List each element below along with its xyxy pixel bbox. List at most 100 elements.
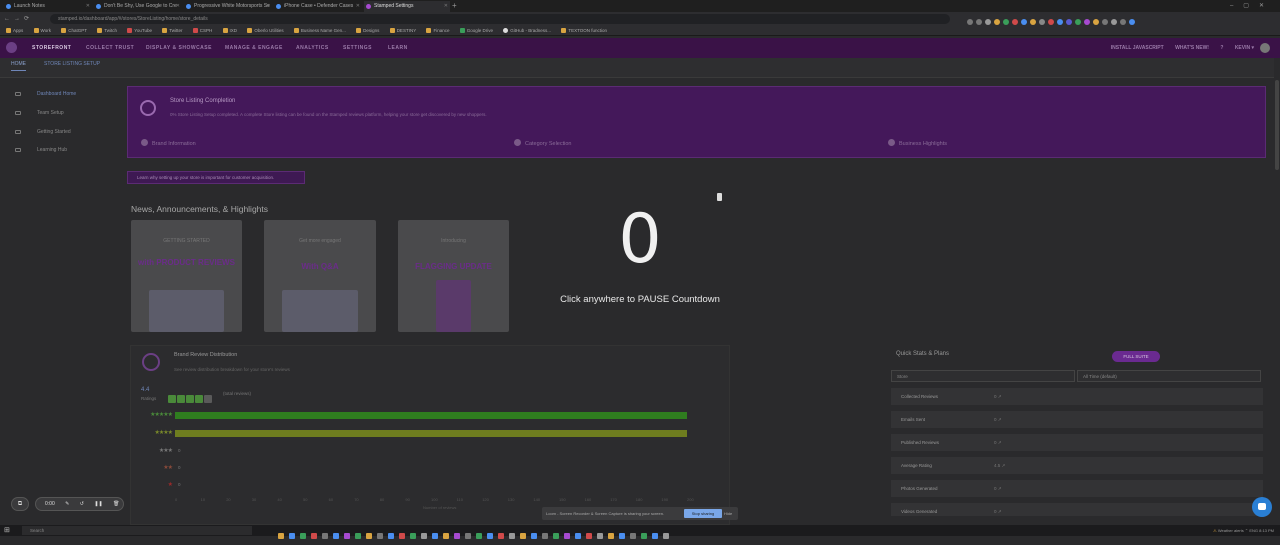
- step-category-selection[interactable]: Category Selection: [514, 139, 571, 147]
- url-input[interactable]: stamped.io/dashboard/app/#/stores/StoreL…: [50, 14, 950, 24]
- store-select[interactable]: Store: [891, 370, 1075, 382]
- axis-tick-label: 170: [610, 497, 617, 502]
- bookmark-icon: [6, 28, 11, 33]
- axis-tick-label: 130: [507, 497, 515, 502]
- restart-icon[interactable]: ↺: [80, 501, 84, 507]
- distribution-label: ★: [167, 482, 173, 488]
- tab-favicon-icon: [6, 4, 11, 9]
- info-icon: [514, 139, 521, 146]
- draw-icon[interactable]: ✎: [65, 501, 69, 507]
- bookmark[interactable]: Work: [33, 28, 51, 33]
- bookmark[interactable]: Apps: [6, 28, 23, 33]
- countdown-number[interactable]: 0: [560, 200, 720, 280]
- axis-tick-label: 120: [482, 497, 489, 502]
- nav-collect-trust[interactable]: COLLECT TRUST: [86, 38, 134, 58]
- hide-notification-button[interactable]: Hide: [724, 509, 732, 518]
- team-icon: [15, 111, 21, 115]
- bookmark[interactable]: ChatGPT: [61, 28, 87, 33]
- delete-icon[interactable]: 🗑: [113, 501, 119, 507]
- sidebar-item-dashboard-home[interactable]: Dashboard Home: [0, 88, 116, 100]
- news-card-product-reviews[interactable]: GETTING STARTED with PRODUCT REVIEWS: [131, 220, 242, 332]
- window-controls[interactable]: –▢✕: [1230, 0, 1274, 12]
- browser-nav-icons[interactable]: ←→⟳: [4, 12, 33, 26]
- pause-icon[interactable]: ❚❚: [94, 501, 102, 507]
- close-icon[interactable]: ✕: [266, 1, 270, 12]
- axis-tick-label: 200: [687, 497, 694, 502]
- sidebar-item-getting-started[interactable]: Getting Started: [0, 126, 116, 138]
- browser-tab[interactable]: iPhone Case • Defender Cases ✕: [274, 1, 362, 12]
- axis-tick-label: 150: [559, 497, 566, 502]
- bookmark-icon: [61, 28, 67, 33]
- bookmark[interactable]: DESTINY: [389, 28, 416, 33]
- browser-tab[interactable]: Progressive White Motorsports Se ✕: [184, 1, 272, 12]
- bookmark[interactable]: IXD: [222, 28, 237, 33]
- help-icon[interactable]: ?: [1220, 45, 1223, 51]
- bookmark[interactable]: Designs: [356, 28, 379, 33]
- windows-start-icon[interactable]: ⊞: [4, 526, 10, 535]
- user-menu[interactable]: KEVIN ▾: [1235, 45, 1254, 51]
- news-card-flagging-update[interactable]: Introducing FLAGGING UPDATE: [398, 220, 509, 332]
- tab-store-listing-setup[interactable]: STORE LISTING SETUP: [44, 61, 100, 67]
- whats-new-link[interactable]: WHAT'S NEW!: [1175, 45, 1209, 51]
- bookmark[interactable]: GitHub - Bradness...: [503, 28, 551, 33]
- distribution-bar-5: [175, 412, 687, 419]
- close-icon[interactable]: ✕: [444, 1, 448, 12]
- distribution-label: ★★: [163, 465, 173, 471]
- close-icon[interactable]: ✕: [356, 1, 360, 12]
- bookmark-icon: [356, 28, 362, 33]
- tab-home[interactable]: HOME: [11, 61, 26, 71]
- bookmark[interactable]: Business Name Gen...: [293, 28, 346, 33]
- bookmark[interactable]: TEXTOON function: [561, 28, 607, 33]
- chat-support-icon[interactable]: [1252, 497, 1272, 517]
- book-icon: [15, 148, 21, 152]
- browser-tab[interactable]: Don't Be Shy, Use Google to Cre ✕: [94, 1, 182, 12]
- sidebar-item-learning-hub[interactable]: Learning Hub: [0, 144, 116, 156]
- nav-storefront[interactable]: STOREFRONT: [32, 38, 71, 58]
- news-section-title: News, Announcements, & Highlights: [131, 204, 269, 214]
- bookmark[interactable]: Twitter: [162, 28, 183, 33]
- full-suite-button[interactable]: FULL SUITE: [1112, 351, 1160, 362]
- taskbar-search-input[interactable]: Search: [22, 526, 252, 535]
- new-tab-button[interactable]: +: [452, 0, 457, 12]
- pause-countdown-hint[interactable]: Click anywhere to PAUSE Countdown: [520, 294, 760, 305]
- news-card-qa[interactable]: Get more engaged With Q&A: [264, 220, 376, 332]
- bookmark[interactable]: YouTube: [127, 28, 152, 33]
- bookmark[interactable]: CSPH: [192, 28, 212, 33]
- learn-why-button[interactable]: Learn why setting up your store is impor…: [127, 171, 305, 184]
- app-logo-icon[interactable]: [6, 42, 17, 53]
- step-brand-information[interactable]: Brand Information: [141, 139, 196, 147]
- axis-tick-label: 160: [584, 497, 592, 502]
- taskbar-app-icons[interactable]: [275, 527, 795, 539]
- bookmark[interactable]: Finance: [426, 28, 449, 33]
- close-icon[interactable]: ✕: [176, 1, 180, 12]
- nav-right-links: INSTALL JAVASCRIPT WHAT'S NEW! ? KEVIN ▾: [1101, 38, 1268, 58]
- bookmark[interactable]: Google Drive: [459, 28, 493, 33]
- close-icon[interactable]: ✕: [86, 1, 90, 12]
- nav-display-showcase[interactable]: DISPLAY & SHOWCASE: [146, 38, 212, 58]
- install-javascript-link[interactable]: INSTALL JAVASCRIPT: [1111, 45, 1164, 51]
- camera-toggle-button[interactable]: ⧉: [11, 497, 29, 511]
- system-tray[interactable]: ⚠ Weather alerts ⌃ ENG 8:13 PM: [1213, 525, 1274, 536]
- sidebar: Dashboard Home Team Setup Getting Starte…: [0, 79, 116, 525]
- time-range-select[interactable]: All Time (default): [1077, 370, 1261, 382]
- nav-manage-engage[interactable]: MANAGE & ENGAGE: [225, 38, 283, 58]
- step-business-highlights[interactable]: Business Highlights: [888, 139, 947, 147]
- sidebar-item-team-setup[interactable]: Team Setup: [0, 107, 116, 119]
- bookmarks-bar: Apps Work ChatGPT Twitch YouTube Twitter…: [0, 26, 1280, 36]
- bookmark-icon: [426, 28, 432, 33]
- stop-sharing-button[interactable]: Stop sharing: [684, 509, 722, 518]
- distribution-label: ★★★★: [154, 430, 173, 436]
- browser-tab-active[interactable]: Stamped Settings ✕: [364, 1, 450, 12]
- avatar[interactable]: [1260, 43, 1270, 53]
- extension-icons[interactable]: [965, 14, 1265, 25]
- browser-tab[interactable]: Launch Notes ✕: [4, 1, 92, 12]
- nav-analytics[interactable]: ANALYTICS: [296, 38, 329, 58]
- info-icon: [888, 139, 895, 146]
- nav-learn[interactable]: LEARN: [388, 38, 408, 58]
- bookmark[interactable]: Oberlo Utilities: [247, 28, 284, 33]
- scrollbar-thumb[interactable]: [1275, 80, 1279, 170]
- bookmark[interactable]: Twitch: [97, 28, 117, 33]
- bookmark-icon: [247, 28, 253, 33]
- nav-settings[interactable]: SETTINGS: [343, 38, 372, 58]
- axis-tick-label: 90: [405, 497, 410, 502]
